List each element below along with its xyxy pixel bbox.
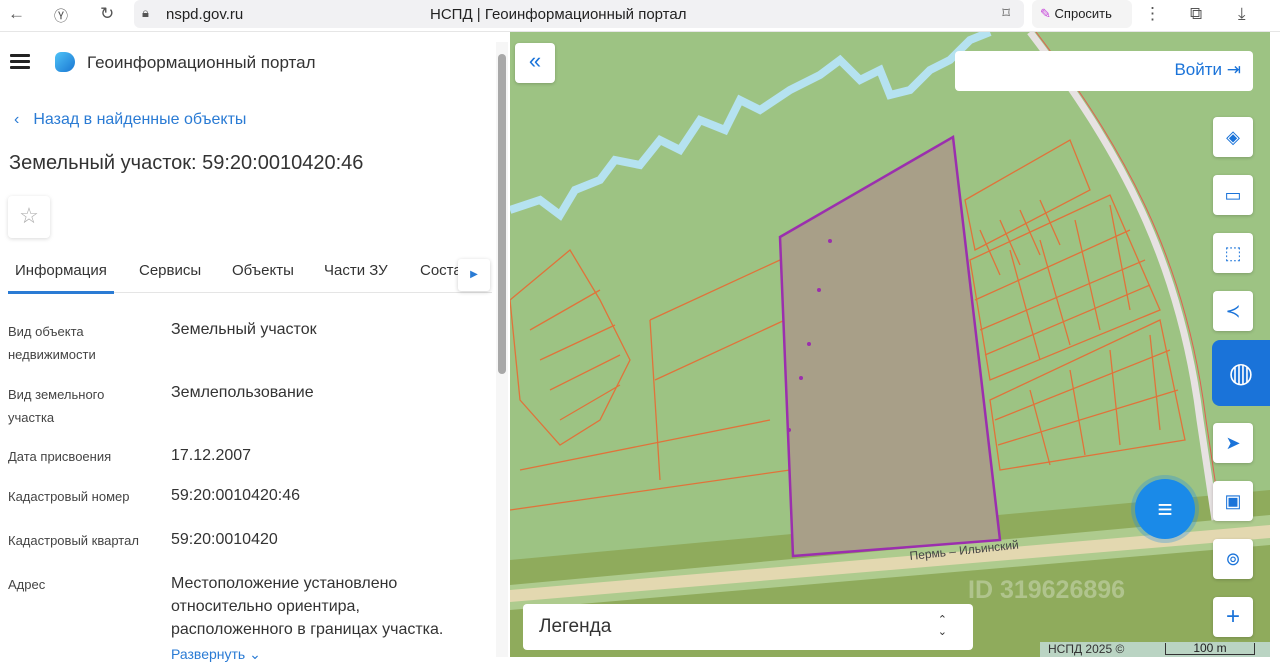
address-bar[interactable]: 🔒︎ nspd.gov.ru НСПД | Геоинформационный … — [134, 0, 1024, 28]
download-icon[interactable]: ⤓ — [1238, 4, 1246, 24]
share-icon: ≺ — [1225, 301, 1241, 321]
tab-info[interactable]: Информация — [8, 262, 114, 294]
ask-button[interactable]: ✎ Спросить — [1032, 0, 1132, 28]
tab-title: НСПД | Геоинформационный портал — [430, 6, 687, 23]
ruler-icon: ▭ — [1224, 185, 1242, 205]
portal-title: Геоинформационный портал — [87, 53, 316, 72]
login-button[interactable]: Войти ⇥ — [955, 51, 1253, 91]
lock-icon: 🔒︎ — [142, 5, 149, 20]
ai-icon: ✎ — [1040, 6, 1051, 21]
portal-logo-icon — [55, 52, 75, 72]
field-label: Дата присвоения — [8, 449, 112, 464]
layers-button[interactable]: ◈ — [1213, 117, 1253, 157]
back-link-label: Назад в найденные объекты — [33, 111, 247, 128]
field-value: Земельный участок — [171, 321, 317, 338]
field-label: Адрес — [8, 577, 46, 592]
field-label: Вид объекта недвижимости — [8, 324, 96, 362]
geolocation-button[interactable]: ➤ — [1213, 423, 1253, 463]
browser-toolbar: ← Ⓨ ↻ 🔒︎ nspd.gov.ru НСПД | Геоинформаци… — [0, 0, 1280, 32]
field-value: 59:20:0010420 — [171, 531, 278, 548]
zoom-in-button[interactable]: + — [1213, 597, 1253, 637]
watermark: ID 319626896 — [968, 576, 1126, 604]
navigation-arrow-icon: ➤ — [1225, 433, 1241, 453]
scale-bar: 100 m — [1165, 642, 1255, 655]
info-panel: Геоинформационный портал ‹ Назад в найден… — [0, 32, 510, 662]
collapse-panel-button[interactable]: « — [515, 43, 555, 83]
legend-dropdown[interactable]: Легенда ⌃ ⌄ — [523, 604, 973, 650]
back-arrow-icon[interactable]: ← — [8, 4, 25, 24]
tab-objects[interactable]: Объекты — [232, 262, 294, 279]
scrollbar[interactable] — [496, 42, 508, 657]
login-label: Войти — [1174, 60, 1223, 79]
chat-button[interactable]: ≡ — [1135, 479, 1195, 539]
tabs: Информация Сервисы Объекты Части ЗУ Сост… — [8, 257, 492, 294]
bookmark-icon[interactable]: ⌑ — [1002, 4, 1010, 22]
tabs-next-button[interactable]: ▶ — [458, 259, 490, 291]
scrollbar-thumb[interactable] — [498, 54, 506, 374]
minimap-icon: ▣ — [1224, 491, 1242, 511]
field-value: Землепользование — [171, 384, 314, 401]
field-label: Вид земельного участка — [8, 387, 105, 425]
expand-label: Развернуть — [171, 646, 246, 662]
chevron-down-icon: ⌄ — [249, 646, 261, 662]
search-point-button[interactable]: ⊚ — [1213, 539, 1253, 579]
location-search-icon: ⊚ — [1225, 549, 1241, 569]
field-value: Местоположение установлено относительно … — [171, 575, 444, 638]
map-edge — [1270, 32, 1280, 657]
back-link[interactable]: ‹ Назад в найденные объекты — [14, 111, 246, 129]
share-button[interactable]: ≺ — [1213, 291, 1253, 331]
yandex-icon[interactable]: Ⓨ — [54, 6, 68, 26]
field-label: Кадастровый номер — [8, 489, 130, 504]
collections-icon[interactable]: ⧉ — [1190, 4, 1202, 24]
object-title: Земельный участок: 59:20:0010420:46 — [9, 152, 364, 174]
select-area-button[interactable]: ⬚ — [1213, 233, 1253, 273]
select-search-icon: ⬚ — [1224, 243, 1242, 263]
tab-services[interactable]: Сервисы — [139, 262, 201, 279]
expand-link[interactable]: Развернуть ⌄ — [171, 646, 261, 663]
favorite-star-icon[interactable]: ☆ — [8, 196, 50, 238]
chat-icon: ≡ — [1157, 494, 1173, 524]
reload-icon[interactable]: ↻ — [100, 4, 114, 24]
nspd-logo-icon: ◍ — [1228, 357, 1254, 388]
field-label: Кадастровый квартал — [8, 533, 139, 548]
map[interactable]: Пермь – Ильинский — [510, 32, 1270, 657]
tab-parts[interactable]: Части ЗУ — [324, 262, 388, 279]
selected-parcel[interactable] — [778, 134, 1002, 558]
map-canvas: Пермь – Ильинский — [510, 32, 1270, 657]
legend-label: Легенда — [539, 616, 612, 637]
expand-collapse-icon: ⌃ ⌄ — [937, 614, 947, 638]
menu-icon[interactable] — [10, 54, 30, 70]
field-value: 17.12.2007 — [171, 447, 252, 464]
plus-icon: + — [1225, 603, 1240, 630]
layers-icon: ◈ — [1226, 127, 1240, 147]
field-value: 59:20:0010420:46 — [171, 487, 301, 504]
url-text: nspd.gov.ru — [166, 6, 244, 23]
chevron-left-icon: ‹ — [14, 111, 20, 128]
more-icon[interactable]: ⋮ — [1144, 4, 1161, 24]
ruler-button[interactable]: ▭ — [1213, 175, 1253, 215]
highway — [1027, 32, 1219, 521]
minimap-button[interactable]: ▣ — [1213, 481, 1253, 521]
login-icon: ⇥ — [1226, 60, 1241, 79]
ask-label: Спросить — [1054, 6, 1112, 21]
nspd-service-tab[interactable]: ◍ — [1212, 340, 1270, 406]
